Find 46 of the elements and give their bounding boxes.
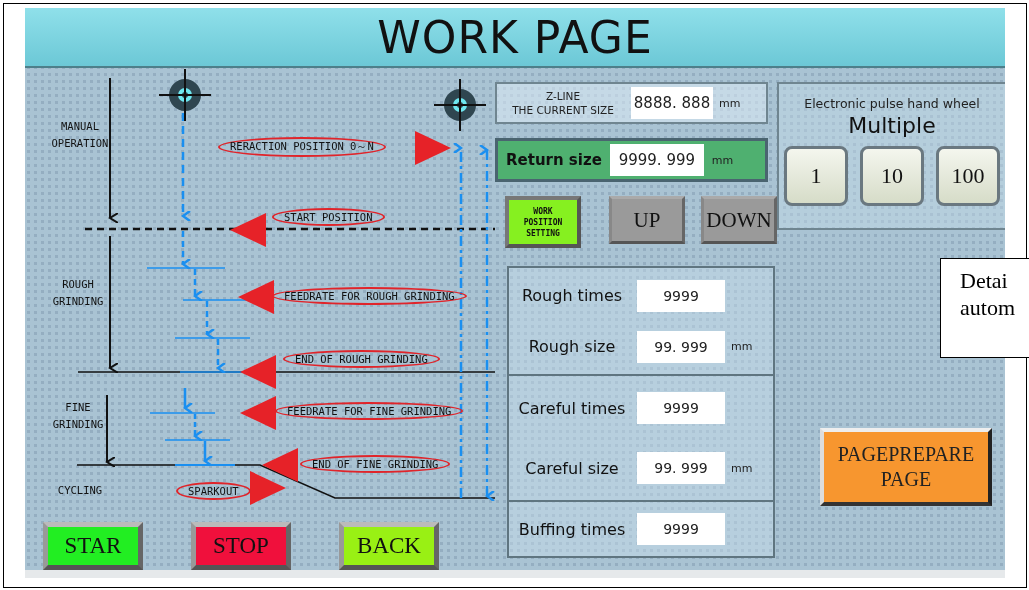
back-button[interactable]: BACK: [339, 522, 439, 570]
position-label: END OF ROUGH GRINDING: [283, 350, 440, 368]
parameter-field[interactable]: 9999: [637, 513, 725, 545]
unit-label: mm: [719, 96, 741, 110]
multiplier-button[interactable]: 1: [784, 146, 848, 206]
current-size-value: 8888. 888: [631, 87, 713, 119]
unit-label: mm: [711, 153, 734, 167]
unit-label: mm: [731, 461, 753, 475]
callout-text: Detai: [960, 267, 1009, 294]
jog-button[interactable]: DOWN: [701, 196, 777, 244]
parameter-field[interactable]: 99. 999: [637, 452, 725, 484]
position-label: SPARKOUT: [176, 482, 251, 500]
parameter-field[interactable]: 9999: [637, 392, 725, 424]
multiplier-button[interactable]: 10: [860, 146, 924, 206]
stage-label: MANUAL OPERATION: [50, 119, 110, 151]
page-title: WORK PAGE: [377, 11, 653, 63]
stage-label: ROUGH GRINDING: [51, 277, 105, 309]
position-label: RERACTION POSITION 0～N: [218, 137, 386, 157]
stage-label: CYCLING: [56, 483, 104, 498]
current-size-label: Z-LINE THE CURRENT SIZE: [511, 89, 615, 117]
position-label: FEEDRATE FOR ROUGH GRINDING: [272, 287, 467, 305]
start-button[interactable]: STAR: [43, 522, 143, 570]
position-label: END OF FINE GRINDING: [300, 455, 451, 473]
unit-label: mm: [731, 340, 753, 353]
crosshair-icon: [158, 68, 212, 122]
parameter-label: Rough size: [527, 337, 617, 356]
stop-button[interactable]: STOP: [191, 522, 291, 570]
parameter-label: Careful times: [517, 398, 627, 418]
return-size-field[interactable]: 9999. 999: [609, 144, 704, 176]
parameter-field[interactable]: 9999: [637, 279, 725, 312]
stage-label: FINE GRINDING: [51, 400, 105, 432]
position-label: FEEDRATE FOR FINE GRINDING: [275, 402, 464, 420]
return-size-label: Return size: [506, 151, 602, 169]
parameter-label: Rough times: [520, 286, 624, 305]
parameter-label: Careful size: [524, 458, 620, 478]
multiple-label: Multiple: [848, 113, 936, 138]
jog-button[interactable]: UP: [609, 196, 685, 244]
position-label: START POSITION: [272, 208, 385, 226]
parameter-field[interactable]: 99. 999: [637, 330, 725, 363]
multiplier-button[interactable]: 100: [936, 146, 1000, 206]
work-position-button[interactable]: WORK POSITION SETTING: [505, 196, 581, 248]
prepare-page-button[interactable]: PAGEPREPARE PAGE: [820, 428, 992, 506]
crosshair-icon: [433, 78, 487, 132]
callout-text: autom: [960, 294, 1016, 321]
parameter-label: Buffing times: [517, 519, 627, 539]
hand-wheel-title: Electronic pulse hand wheel: [804, 96, 980, 111]
